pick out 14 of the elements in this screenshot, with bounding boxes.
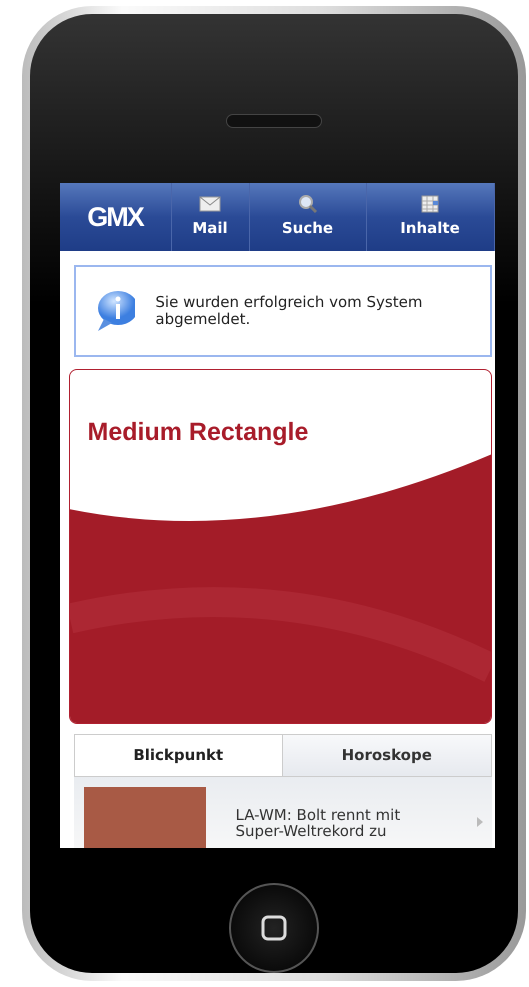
notice-text: Sie wurden erfolgreich vom System abgemeldet. <box>155 294 424 328</box>
nav-tab[interactable]: Mail <box>172 182 250 251</box>
ad-title: Medium Rectangle <box>88 416 308 448</box>
square-icon <box>259 913 289 944</box>
news-item[interactable]: LA-WM: Bolt rennt mit Super-Weltrekord zu <box>74 776 492 848</box>
chevron-icon <box>476 816 484 828</box>
tab[interactable]: Horoskope <box>282 734 490 776</box>
logo[interactable]: GMX <box>60 182 172 251</box>
envelope-icon <box>199 194 221 214</box>
nav-tab[interactable]: Suche <box>250 182 366 251</box>
nav-tab[interactable]: Inhalte <box>366 182 494 251</box>
calendar-icon <box>419 194 441 214</box>
news-headline: LA-WM: Bolt rennt mit Super-Weltrekord zu <box>236 804 402 842</box>
search-icon <box>296 194 318 214</box>
